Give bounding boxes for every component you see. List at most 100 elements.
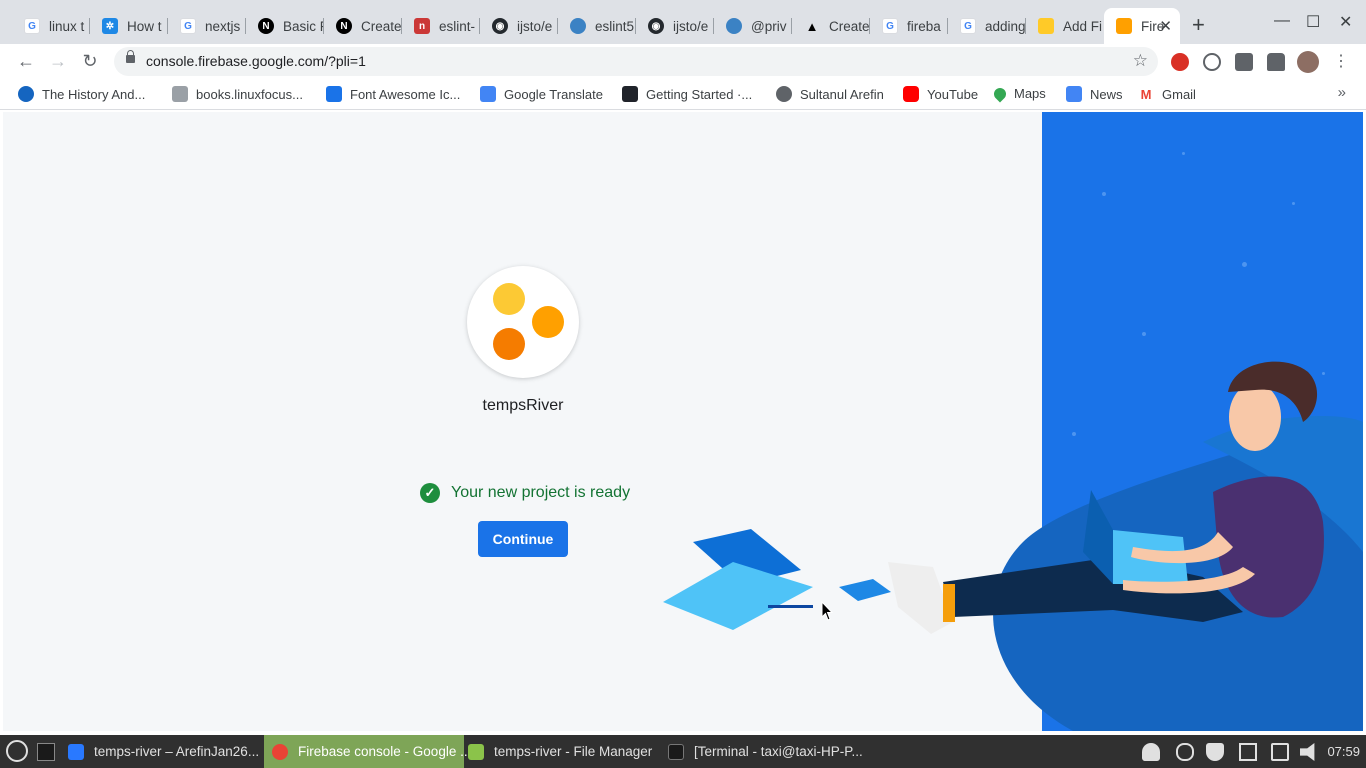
profile-avatar[interactable]: [1297, 51, 1319, 73]
tab-label: ijsto/e: [517, 18, 553, 34]
bookmark-favicon-icon: [18, 86, 34, 102]
bookmark-item[interactable]: Sultanul Arefin: [776, 86, 884, 102]
tab-label: eslint5: [595, 18, 635, 34]
browser-tab[interactable]: N Basic F: [246, 8, 324, 44]
browser-tab[interactable]: ◉ ijsto/e: [480, 8, 558, 44]
browser-tab[interactable]: @priv: [714, 8, 792, 44]
address-bar[interactable]: console.firebase.google.com/?pli=1 ☆: [114, 47, 1158, 76]
check-circle-icon: ✓: [420, 483, 440, 503]
bookmark-item[interactable]: Getting Started ·...: [622, 86, 752, 102]
bookmark-item[interactable]: Google Translate: [480, 86, 603, 102]
bookmark-label: Font Awesome Ic...: [350, 86, 461, 102]
browser-tab[interactable]: ▲ Create: [792, 8, 870, 44]
maps-icon: [991, 85, 1009, 102]
google-icon: G: [24, 18, 40, 34]
volume-icon[interactable]: [1300, 743, 1315, 761]
person-with-laptop-illustration: [663, 361, 1363, 731]
bookmark-label: books.linuxfocus...: [196, 86, 303, 102]
bookmark-item[interactable]: M Gmail: [1138, 86, 1196, 102]
tab-strip: G linux t ✲ How t G nextjs N Basic F N C…: [0, 0, 1366, 44]
nextjs-icon: N: [258, 18, 274, 34]
forward-icon[interactable]: →: [47, 50, 69, 72]
os-taskbar: temps-river – ArefinJan26... Firebase co…: [0, 735, 1366, 768]
bookmark-favicon-icon: [172, 86, 188, 102]
tab-label: Create: [829, 18, 870, 34]
tab-label: Create: [361, 18, 402, 34]
google-icon: G: [882, 18, 898, 34]
reload-icon[interactable]: ↻: [79, 50, 101, 72]
bookmarks-bar: The History And... books.linuxfocus... F…: [0, 78, 1366, 110]
google-icon: G: [960, 18, 976, 34]
browser-tab[interactable]: N Create: [324, 8, 402, 44]
bookmark-label: Maps: [1014, 86, 1046, 101]
close-window-icon[interactable]: ✕: [1339, 12, 1352, 32]
tab-label: eslint-: [439, 18, 476, 34]
browser-tab[interactable]: G adding: [948, 8, 1026, 44]
gmail-icon: M: [1138, 86, 1154, 102]
shield-icon[interactable]: [1206, 743, 1224, 761]
bookmark-label: News: [1090, 86, 1123, 102]
close-tab-icon[interactable]: ✕: [1159, 17, 1172, 35]
browser-tab[interactable]: n eslint-: [402, 8, 480, 44]
terminal-launcher-icon[interactable]: [37, 743, 55, 761]
start-menu-icon[interactable]: [6, 740, 28, 762]
bookmark-label: The History And...: [42, 86, 146, 102]
taskbar-item[interactable]: temps-river - File Manager: [460, 735, 660, 768]
taskbar-item-active[interactable]: Firebase console - Google ...: [264, 735, 471, 768]
browser-tab[interactable]: ✲ How t: [90, 8, 168, 44]
status-message: Your new project is ready: [451, 484, 631, 501]
taskbar-item-label: temps-river – ArefinJan26...: [94, 744, 260, 759]
url-text[interactable]: console.firebase.google.com/?pli=1: [146, 53, 366, 69]
taskbar-item-label: [Terminal - taxi@taxi-HP-P...: [694, 744, 863, 759]
bookmark-star-icon[interactable]: ☆: [1133, 51, 1148, 71]
tab-label: How t: [127, 18, 162, 34]
bluetooth-icon[interactable]: [1176, 743, 1194, 761]
back-icon[interactable]: ←: [15, 50, 37, 72]
minimize-icon[interactable]: —: [1274, 12, 1290, 30]
new-tab-icon[interactable]: +: [1192, 14, 1205, 36]
continue-button[interactable]: Continue: [478, 521, 568, 557]
browser-tab[interactable]: G nextjs: [168, 8, 246, 44]
bookmark-label: Gmail: [1162, 86, 1196, 102]
maximize-icon[interactable]: ☐: [1306, 12, 1320, 32]
browser-tab[interactable]: eslint5: [558, 8, 636, 44]
more-bookmarks-icon[interactable]: »: [1338, 84, 1346, 101]
taskbar-item-label: temps-river - File Manager: [494, 744, 653, 759]
bookmark-item[interactable]: YouTube: [903, 86, 978, 102]
firebase-icon: [1116, 18, 1132, 34]
tab-label: linux t: [49, 18, 85, 34]
notifications-bell-icon[interactable]: [1142, 743, 1160, 761]
extension-circle-icon[interactable]: [1203, 53, 1221, 71]
clock[interactable]: 07:59: [1327, 744, 1360, 759]
bookmark-item[interactable]: books.linuxfocus...: [172, 86, 303, 102]
browser-tab[interactable]: Add Fi: [1026, 8, 1104, 44]
taskbar-item[interactable]: temps-river – ArefinJan26...: [60, 735, 262, 768]
browser-tab[interactable]: ◉ ijsto/e: [636, 8, 714, 44]
bookmark-label: Google Translate: [504, 86, 604, 102]
lock-icon: [126, 50, 135, 63]
browser-tab[interactable]: G fireba: [870, 8, 948, 44]
tab-label: Add Fi: [1063, 18, 1103, 34]
taskbar-item-label: Firebase console - Google ...: [298, 744, 472, 759]
project-name: tempsRiver: [482, 397, 564, 414]
browser-toolbar: ← → ↻ console.firebase.google.com/?pli=1…: [0, 44, 1366, 78]
clipboard-icon[interactable]: [1271, 743, 1289, 761]
user-icon: [726, 18, 742, 34]
bookmark-item[interactable]: Maps: [991, 85, 1046, 102]
bookmark-item[interactable]: Font Awesome Ic...: [326, 86, 460, 102]
bookmark-item[interactable]: News: [1066, 86, 1123, 102]
flag-icon: [326, 86, 342, 102]
folder-icon: [468, 743, 484, 760]
puzzle-extensions-icon[interactable]: [1267, 53, 1285, 71]
translate-icon: [480, 86, 496, 102]
project-avatar: [467, 266, 579, 378]
browser-tab[interactable]: G linux t: [12, 8, 90, 44]
facebook-extension-icon[interactable]: [1235, 53, 1253, 71]
menu-kebab-icon[interactable]: ⋮: [1330, 50, 1352, 72]
bookmark-item[interactable]: The History And...: [18, 86, 145, 102]
taskbar-item[interactable]: [Terminal - taxi@taxi-HP-P...: [660, 735, 870, 768]
megaphone-extension-icon[interactable]: [1171, 53, 1189, 71]
webstorm-icon: [68, 743, 84, 760]
browser-tab-active[interactable]: Fire ✕: [1104, 8, 1180, 44]
network-icon[interactable]: [1239, 743, 1257, 761]
